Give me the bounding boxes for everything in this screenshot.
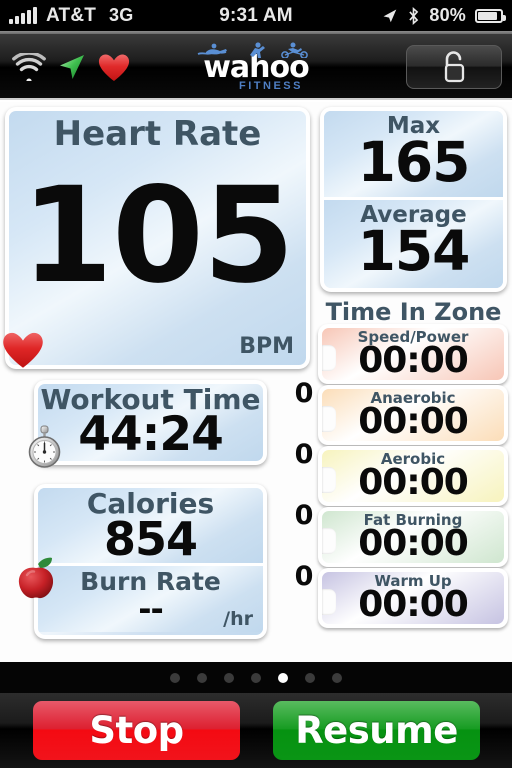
page-dot[interactable] xyxy=(305,672,315,683)
app-screen: AT&T 3G 9:31 AM 80% wahoo FITNESS Heart … xyxy=(0,0,512,768)
zone-notch xyxy=(322,345,336,371)
calories-panel[interactable]: Calories 854 Burn Rate -- /hr xyxy=(34,484,267,639)
page-indicator[interactable] xyxy=(0,662,512,693)
heart-rate-badge-icon xyxy=(2,330,44,370)
average-value: 154 xyxy=(357,218,471,283)
header-sensor-icons xyxy=(12,34,130,100)
workout-time-cell: Workout Time 44:24 xyxy=(38,384,263,461)
heart-rate-value: 105 xyxy=(21,159,295,313)
page-dot[interactable] xyxy=(224,672,234,683)
zone-value: 00:00 xyxy=(358,462,469,502)
page-dot[interactable] xyxy=(251,672,261,683)
bluetooth-icon xyxy=(409,6,419,25)
calories-inner: Calories 854 Burn Rate -- /hr xyxy=(38,488,263,635)
zone-value: 00:00 xyxy=(358,584,469,624)
zone-notch xyxy=(322,467,336,493)
burn-rate-value: -- xyxy=(138,589,164,628)
status-bar: AT&T 3G 9:31 AM 80% xyxy=(0,0,512,31)
zone-boundary-value: 0 xyxy=(294,561,314,592)
zone-row[interactable]: Anaerobic 00:00 xyxy=(318,385,508,445)
dashboard: Heart Rate 105 BPM Max 165 Average 154 T… xyxy=(0,102,512,662)
stopwatch-icon xyxy=(24,424,66,470)
max-cell: Max 165 xyxy=(324,111,503,200)
zone-row[interactable]: Speed/Power 00:00 xyxy=(318,324,508,384)
carrier-label: AT&T xyxy=(46,4,97,26)
status-bar-left: AT&T 3G xyxy=(0,5,133,27)
page-dot-active[interactable] xyxy=(278,672,288,683)
workout-time-panel[interactable]: Workout Time 44:24 xyxy=(34,380,267,465)
max-average-inner: Max 165 Average 154 xyxy=(324,111,503,288)
status-bar-right: 80% xyxy=(381,0,506,31)
app-header: wahoo FITNESS xyxy=(0,34,512,100)
workout-time-value: 44:24 xyxy=(78,407,224,461)
zone-notch xyxy=(322,406,336,432)
page-dot[interactable] xyxy=(332,672,342,683)
logo-wordmark: wahoo xyxy=(203,50,310,85)
time-in-zone-title: Time In Zone xyxy=(325,298,502,326)
zone-notch xyxy=(322,528,336,554)
location-arrow-icon xyxy=(383,9,397,23)
zone-value: 00:00 xyxy=(358,523,469,563)
page-dot[interactable] xyxy=(197,672,207,683)
burn-rate-cell: Burn Rate -- /hr xyxy=(38,565,263,632)
max-average-panel[interactable]: Max 165 Average 154 xyxy=(320,107,507,292)
zone-inner: Fat Burning 00:00 xyxy=(322,511,504,563)
zone-boundary-value: 0 xyxy=(294,500,314,531)
burn-rate-unit: /hr xyxy=(223,607,253,630)
zone-inner: Aerobic 00:00 xyxy=(322,450,504,502)
zone-notch xyxy=(322,589,336,615)
resume-button[interactable]: Resume xyxy=(273,701,480,760)
unlock-button[interactable] xyxy=(406,45,502,89)
bottom-toolbar: Stop Resume xyxy=(0,693,512,768)
zone-boundary-value: 0 xyxy=(294,439,314,470)
average-cell: Average 154 xyxy=(324,199,503,288)
heart-rate-unit: BPM xyxy=(239,334,294,359)
heart-icon[interactable] xyxy=(98,53,130,82)
calories-cell: Calories 854 xyxy=(38,488,263,566)
zone-row[interactable]: Warm Up 00:00 xyxy=(318,568,508,628)
page-dot[interactable] xyxy=(170,672,180,683)
max-value: 165 xyxy=(357,130,471,194)
zone-row[interactable]: Aerobic 00:00 xyxy=(318,446,508,506)
zone-value: 00:00 xyxy=(358,340,469,380)
zone-inner: Speed/Power 00:00 xyxy=(322,328,504,380)
location-arrow-icon[interactable] xyxy=(57,52,87,82)
triathlon-figures-icon xyxy=(196,42,316,59)
zone-boundary-value: 0 xyxy=(294,378,314,409)
logo-tagline: FITNESS xyxy=(239,80,303,92)
heart-rate-label: Heart Rate xyxy=(53,114,262,154)
heart-rate-cell: Heart Rate 105 BPM xyxy=(9,111,306,365)
zone-inner: Warm Up 00:00 xyxy=(322,572,504,624)
signal-bars-icon xyxy=(9,6,37,24)
zone-value: 00:00 xyxy=(358,401,469,441)
stop-button[interactable]: Stop xyxy=(33,701,240,760)
zone-row[interactable]: Fat Burning 00:00 xyxy=(318,507,508,567)
unlock-icon xyxy=(444,51,465,83)
network-type-label: 3G xyxy=(109,5,134,25)
calories-value: 854 xyxy=(103,512,198,566)
heart-rate-panel[interactable]: Heart Rate 105 BPM xyxy=(5,107,310,369)
wifi-icon[interactable] xyxy=(12,53,46,81)
clock-label: 9:31 AM xyxy=(219,4,293,26)
battery-icon xyxy=(475,8,506,23)
zone-inner: Anaerobic 00:00 xyxy=(322,389,504,441)
apple-icon xyxy=(14,556,58,602)
battery-percent-label: 80% xyxy=(429,5,466,25)
